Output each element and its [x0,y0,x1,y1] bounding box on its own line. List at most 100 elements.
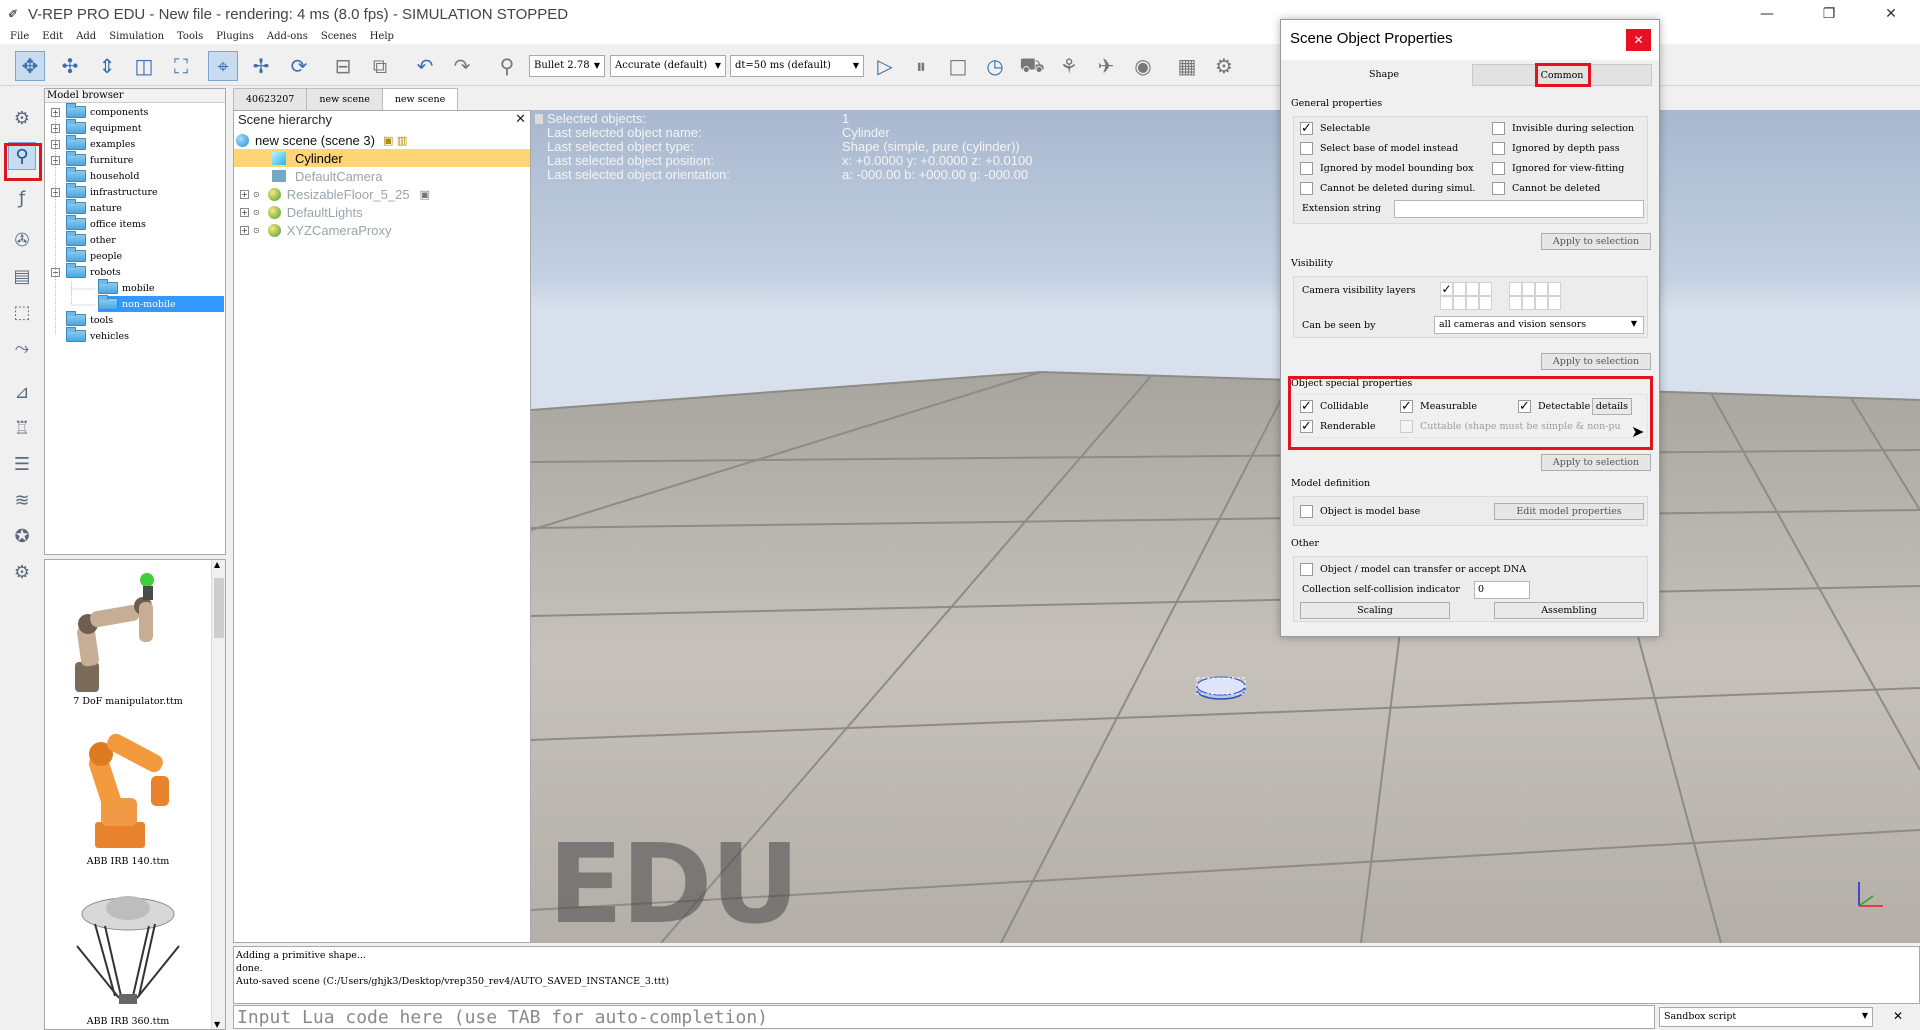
layer-cell[interactable] [1548,296,1561,310]
layer-cell[interactable] [1466,296,1479,310]
ignored-depth-checkbox[interactable] [1492,142,1505,155]
no-delete-sim-checkbox[interactable] [1300,182,1313,195]
visualization-toggle-icon[interactable]: ◉ [1128,51,1158,81]
cuttable-checkbox[interactable] [1400,420,1413,433]
camera-pan-icon[interactable]: ✥ [15,51,45,81]
accuracy-select[interactable]: Accurate (default) ▼ [610,55,726,77]
layer-cell[interactable] [1466,282,1479,296]
invisible-selection-checkbox[interactable] [1492,122,1505,135]
measurable-checkbox[interactable]: ✓ [1400,400,1413,413]
object-shift-icon[interactable]: ✢ [246,51,276,81]
model-browser-toggle-icon[interactable]: ♖ [8,414,36,442]
seen-by-select[interactable]: all cameras and vision sensors ▼ [1434,316,1644,334]
scene-tab-2[interactable]: new scene [306,88,383,110]
assemble-icon[interactable]: ⊟ [328,51,358,81]
page-selector-icon[interactable]: ⚙ [1209,51,1239,81]
camera-layers-grid-1[interactable]: ✓ [1440,282,1492,310]
stop-icon[interactable]: □ [943,51,973,81]
tab-shape[interactable]: Shape [1291,64,1477,86]
scaling-button[interactable]: Scaling [1300,602,1450,619]
hierarchy-scene-root[interactable]: new scene (scene 3) ▣ ▥ [236,131,407,149]
timestep-select[interactable]: dt=50 ms (default) ▼ [730,55,864,77]
camera-shift-icon[interactable]: ⇕ [92,51,122,81]
hierarchy-item-xyzcameraproxy[interactable]: + ⊙ XYZCameraProxy [240,221,391,239]
ignored-view-checkbox[interactable] [1492,162,1505,175]
user-settings-icon[interactable]: ⚙ [8,558,36,586]
fit-to-view-icon[interactable]: ⛶ [166,51,196,81]
layer-cell[interactable]: ✓ [1440,282,1453,296]
dialog-close-button[interactable]: ✕ [1626,29,1651,51]
layers-icon[interactable]: ≋ [8,486,36,514]
menu-scenes[interactable]: Scenes [321,31,357,42]
scrollbar-thumb[interactable] [214,578,224,638]
scroll-down-icon[interactable]: ▼ [214,1020,220,1029]
scene-hierarchy-icon[interactable]: ☰ [8,450,36,478]
script-icon[interactable]: ▣ [420,188,430,201]
layer-cell[interactable] [1479,296,1492,310]
scroll-up-icon[interactable]: ▲ [214,560,220,569]
layer-cell[interactable] [1440,296,1453,310]
layer-cell[interactable] [1509,282,1522,296]
collections-icon[interactable]: ✇ [8,226,36,254]
hierarchy-item-cylinder[interactable]: Cylinder [234,149,530,167]
model-base-checkbox[interactable] [1300,505,1313,518]
calculation-modules-icon[interactable]: ƒ [8,184,36,212]
menu-plugins[interactable]: Plugins [216,31,254,42]
dna-checkbox[interactable] [1300,563,1313,576]
physics-engine-select[interactable]: Bullet 2.78 ▼ [529,55,605,77]
camera-layers-grid-2[interactable] [1509,282,1561,310]
model-thumbnail[interactable]: 7 DoF manipulator.ttm [55,566,201,707]
selection-icon[interactable]: ⊿ [8,378,36,406]
details-button[interactable]: details [1592,398,1632,415]
menu-addons[interactable]: Add-ons [267,31,308,42]
layer-cell[interactable] [1535,296,1548,310]
expander-icon[interactable]: + [240,225,249,235]
slow-down-icon[interactable]: ⛟ [1017,51,1047,81]
scene-tab-3[interactable]: new scene [381,88,459,110]
layer-cell[interactable] [1453,282,1466,296]
close-window-button[interactable]: ✕ [1868,0,1914,28]
menu-edit[interactable]: Edit [42,31,63,42]
path-edit-icon[interactable]: ⤳ [8,334,36,362]
cylinder-object[interactable] [1196,676,1246,700]
menu-tools[interactable]: Tools [177,31,203,42]
special-apply-button[interactable]: Apply to selection [1541,454,1651,471]
model-folder-mobile[interactable]: mobile [98,279,155,296]
layer-cell[interactable] [1522,282,1535,296]
click-selection-icon[interactable]: ⌖ [208,51,238,81]
undo-icon[interactable]: ↶ [410,51,440,81]
scene-view[interactable]: EDU [531,110,1920,943]
layer-cell[interactable] [1548,282,1561,296]
model-thumbnail[interactable]: ABB IRB 360.ttm [55,886,201,1027]
redo-icon[interactable]: ↷ [447,51,477,81]
menu-simulation[interactable]: Simulation [109,31,164,42]
menu-file[interactable]: File [10,31,29,42]
layer-cell[interactable] [1535,282,1548,296]
play-icon[interactable]: ▷ [870,51,900,81]
video-recorder-icon[interactable]: ✪ [8,522,36,550]
close-console-icon[interactable]: ✕ [1893,1009,1903,1023]
model-folder-non-mobile[interactable]: non-mobile [98,295,224,312]
collidable-checkbox[interactable]: ✓ [1300,400,1313,413]
script-select[interactable]: Sandbox script ▼ [1659,1007,1873,1027]
tab-common[interactable]: Common [1472,64,1652,86]
selectable-checkbox[interactable]: ✓ [1300,122,1313,135]
assembling-button[interactable]: Assembling [1494,602,1644,619]
renderable-checkbox[interactable]: ✓ [1300,420,1313,433]
ignored-bbox-checkbox[interactable] [1300,162,1313,175]
object-rotate-icon[interactable]: ⟳ [284,51,314,81]
layer-cell[interactable] [1509,296,1522,310]
shape-edit-icon[interactable]: ⬚ [8,298,36,326]
expander-icon[interactable]: + [240,189,249,199]
maximize-button[interactable]: ❐ [1806,0,1852,28]
minimize-button[interactable]: — [1744,0,1790,28]
edit-model-properties-button[interactable]: Edit model properties [1494,503,1644,520]
no-delete-checkbox[interactable] [1492,182,1505,195]
script-icon[interactable]: ▣ ▥ [383,134,407,147]
speed-up-icon[interactable]: ⚘ [1054,51,1084,81]
hierarchy-item-resizablefloor[interactable]: + ⊙ ResizableFloor_5_25 ▣ [240,185,430,203]
realtime-icon[interactable]: ◷ [980,51,1010,81]
thumbnails-scrollbar[interactable]: ▲ ▼ [211,560,225,1029]
info-collapse-icon[interactable] [535,114,543,124]
hierarchy-item-defaultcamera[interactable]: DefaultCamera [272,167,382,185]
